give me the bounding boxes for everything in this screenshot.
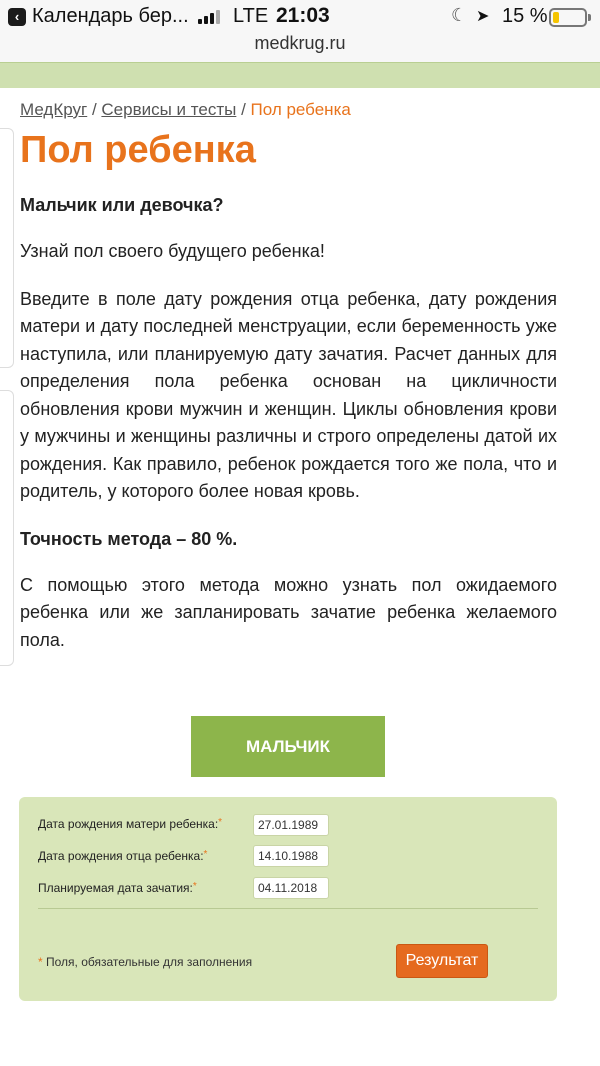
- mother-birthdate-input[interactable]: [253, 814, 329, 836]
- page-edge-decoration: [0, 390, 14, 666]
- back-app-label[interactable]: Календарь бер...: [32, 5, 189, 28]
- page-edge-decoration: [0, 128, 14, 368]
- lead-question: Мальчик или девочка?: [20, 195, 224, 215]
- url-text[interactable]: medkrug.ru: [254, 33, 345, 53]
- site-header-bar: [0, 62, 600, 88]
- battery-icon: [549, 8, 587, 27]
- conception-date-input[interactable]: [253, 877, 329, 899]
- do-not-disturb-icon: ☾: [451, 5, 468, 25]
- breadcrumb-home-link[interactable]: МедКруг: [20, 100, 87, 119]
- required-fields-note: * Поля, обязательные для заполнения: [38, 955, 253, 969]
- location-arrow-icon: ➤: [476, 8, 490, 25]
- main-content: МедКруг / Сервисы и тесты / Пол ребенка …: [20, 100, 557, 654]
- back-to-app-icon[interactable]: ‹: [8, 8, 26, 26]
- usage-paragraph: С помощью этого метода можно узнать пол …: [20, 574, 557, 650]
- father-birthdate-label: Дата рождения отца ребенка:*: [38, 849, 208, 863]
- network-type: LTE: [233, 5, 269, 27]
- intro-paragraph: Узнай пол своего будущего ребенка!: [20, 241, 325, 261]
- page-title: Пол ребенка: [20, 129, 256, 171]
- conception-date-label: Планируемая дата зачатия:*: [38, 881, 197, 895]
- breadcrumb: МедКруг / Сервисы и тесты / Пол ребенка: [20, 100, 557, 122]
- breadcrumb-current: Пол ребенка: [250, 100, 351, 119]
- battery-tip: [588, 14, 591, 21]
- breadcrumb-separator: /: [87, 100, 102, 119]
- result-button[interactable]: Результат: [396, 944, 488, 978]
- form-divider: [38, 908, 538, 909]
- accuracy-note: Точность метода – 80 %.: [20, 528, 238, 549]
- url-bar[interactable]: medkrug.ru: [0, 34, 600, 62]
- battery-percent: 15 %: [502, 5, 548, 27]
- required-mark: *: [218, 817, 223, 828]
- calculator-form: Дата рождения матери ребенка:* Дата рожд…: [19, 797, 557, 1001]
- clock: 21:03: [276, 4, 330, 27]
- status-bar: ‹ Календарь бер... LTE 21:03 ☾ ➤ 15 %: [0, 0, 600, 34]
- mother-birthdate-label: Дата рождения матери ребенка:*: [38, 817, 223, 831]
- signal-icon: [198, 10, 224, 24]
- method-description: Введите в поле дату рождения отца ребенк…: [20, 288, 557, 502]
- breadcrumb-section-link[interactable]: Сервисы и тесты: [101, 100, 236, 119]
- breadcrumb-separator: /: [236, 100, 251, 119]
- required-mark: *: [192, 881, 197, 892]
- result-boy-banner: МАЛЬЧИК: [191, 716, 385, 777]
- required-mark: *: [203, 849, 208, 860]
- father-birthdate-input[interactable]: [253, 845, 329, 867]
